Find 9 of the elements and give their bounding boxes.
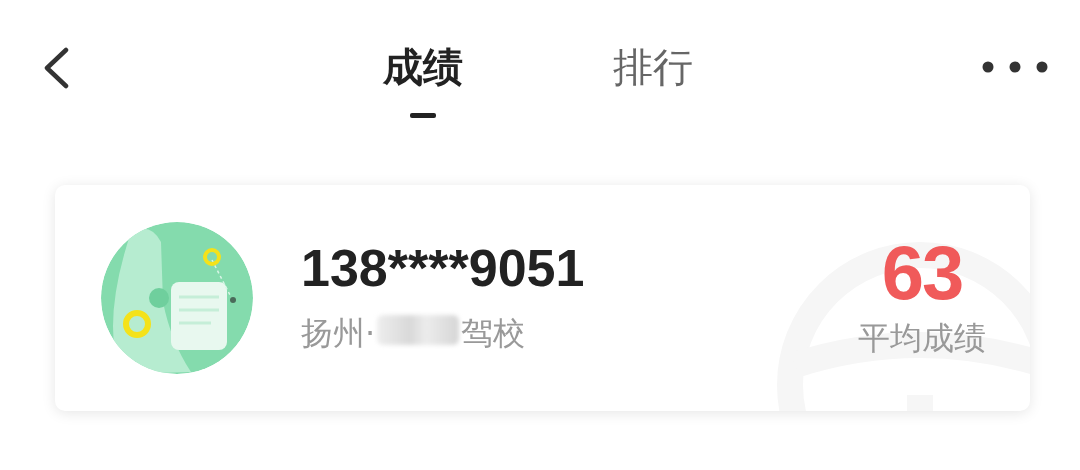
school-name-end: 驾校 xyxy=(461,312,526,354)
more-icon xyxy=(982,61,1048,73)
tab[interactable]: 排行 xyxy=(613,40,693,95)
score-label: 平均成绩 xyxy=(858,318,986,359)
phone-number: 138****9051 xyxy=(301,240,586,298)
average-score: 63 xyxy=(881,235,963,311)
back-icon xyxy=(42,47,70,89)
tab[interactable]: 成绩 xyxy=(383,40,463,95)
school-name-start: 扬州· xyxy=(301,312,376,354)
